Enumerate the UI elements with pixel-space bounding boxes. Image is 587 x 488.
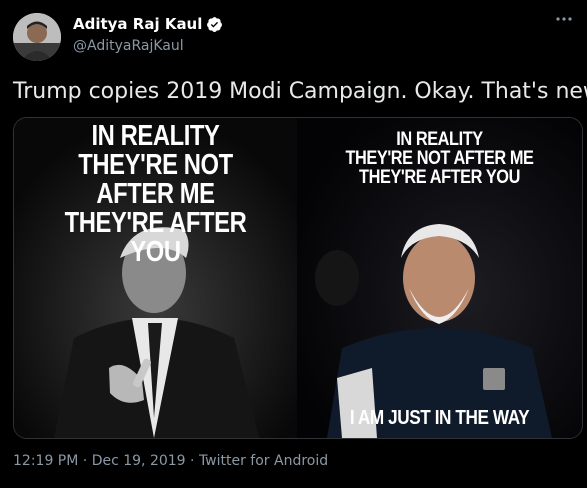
tweet-text: Trump copies 2019 Modi Campaign. Okay. T…: [13, 79, 587, 104]
right-caption: IN REALITY THEY'RE NOT AFTER ME THEY'RE …: [317, 130, 562, 187]
author-name-row[interactable]: Aditya Raj Kaul: [73, 15, 223, 33]
avatar-image: [13, 13, 61, 61]
right-caption-line: THEY'RE AFTER YOU: [359, 167, 520, 188]
verified-badge-icon: [207, 16, 223, 32]
author-handle[interactable]: @AdityaRajKaul: [73, 38, 184, 54]
tweet-time[interactable]: 12:19 PM: [13, 453, 78, 469]
media-right-panel[interactable]: IN REALITY THEY'RE NOT AFTER ME THEY'RE …: [297, 118, 582, 438]
media-left-panel[interactable]: IN REALITY THEY'RE NOT AFTER ME THEY'RE …: [14, 118, 297, 438]
right-bottom-caption: I AM JUST IN THE WAY: [349, 407, 530, 429]
right-caption-line: THEY'RE NOT AFTER ME: [345, 148, 534, 169]
tweet-media[interactable]: IN REALITY THEY'RE NOT AFTER ME THEY'RE …: [13, 117, 583, 439]
right-caption-line: IN REALITY: [396, 129, 483, 150]
profile-avatar[interactable]: [13, 13, 61, 61]
author-display-name[interactable]: Aditya Raj Kaul: [73, 15, 202, 33]
left-caption-line: THEY'RE NOT AFTER ME: [78, 149, 233, 210]
tweet-source[interactable]: Twitter for Android: [199, 453, 328, 469]
tweet-footer: 12:19 PM · Dec 19, 2019 · Twitter for An…: [13, 453, 328, 469]
left-caption-line: IN REALITY: [91, 120, 220, 152]
footer-separator: ·: [190, 453, 195, 469]
left-caption-line: THEY'RE AFTER YOU: [64, 207, 247, 268]
tweet-date[interactable]: Dec 19, 2019: [92, 453, 186, 469]
more-dots: [556, 17, 572, 21]
tweet-card: Aditya Raj Kaul @AdityaRajKaul Trump cop…: [0, 0, 587, 488]
footer-separator: ·: [82, 453, 88, 469]
left-caption: IN REALITY THEY'RE NOT AFTER ME THEY'RE …: [39, 122, 271, 267]
more-horizontal-icon[interactable]: [555, 10, 573, 33]
